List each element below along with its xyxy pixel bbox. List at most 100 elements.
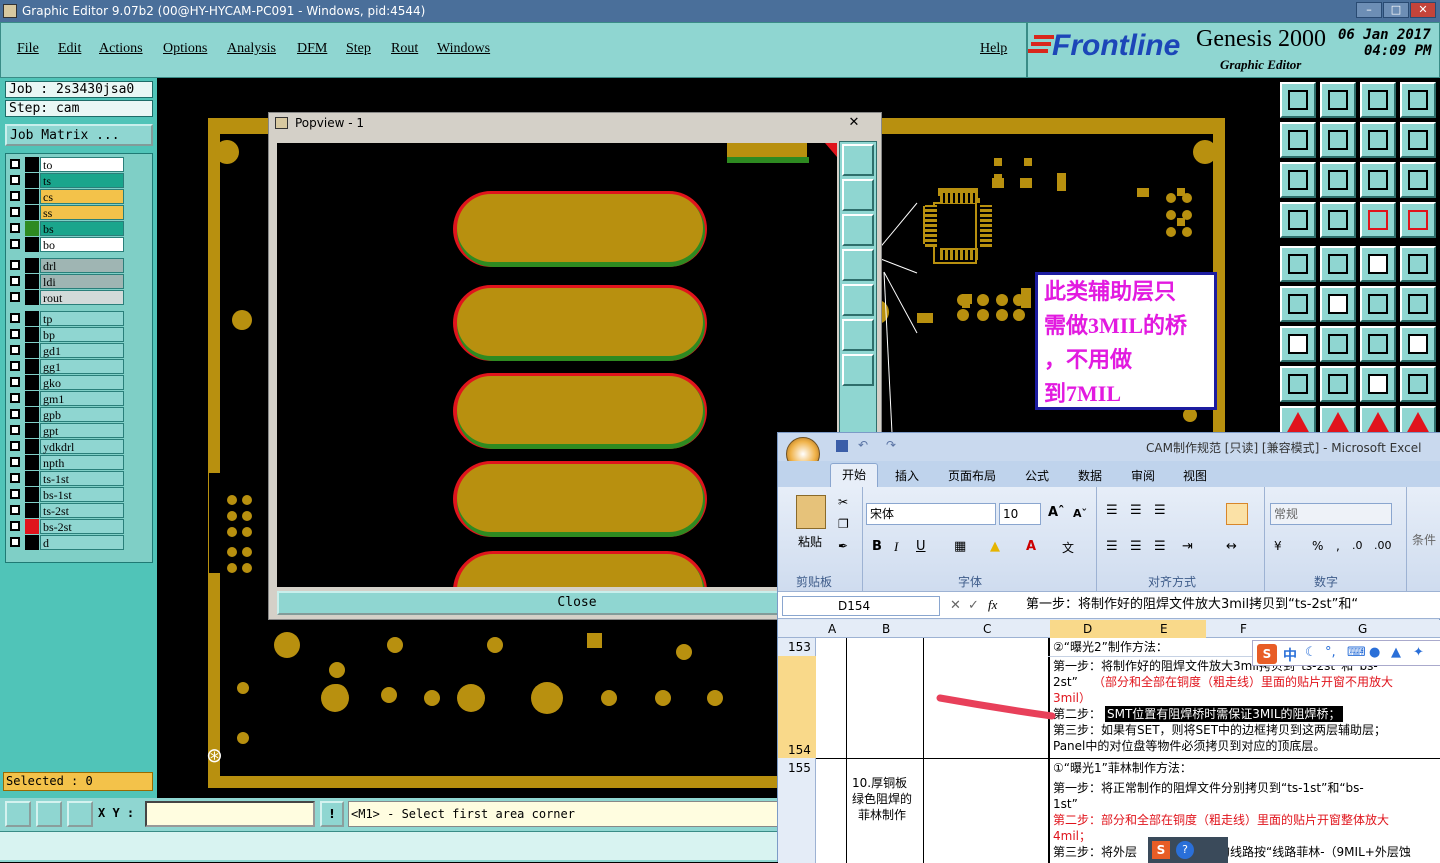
layer-name[interactable]: gd1: [40, 343, 124, 358]
measure-pad-2-icon[interactable]: [1400, 202, 1436, 238]
cell-d155-step1[interactable]: 第一步：将正常制作的阻焊文件分别拷贝到“ts-1st”和“bs-: [1053, 780, 1364, 796]
layer-color-swatch[interactable]: [25, 375, 39, 390]
layer-name[interactable]: ts-1st: [40, 471, 124, 486]
layer-checkbox[interactable]: [10, 425, 20, 435]
copy-icon[interactable]: ❐: [838, 517, 849, 531]
arc-2-icon[interactable]: [1400, 286, 1436, 322]
layer-row-to[interactable]: to: [7, 157, 124, 172]
column-header-b[interactable]: B: [882, 621, 890, 637]
layer-checkbox[interactable]: [10, 260, 20, 270]
layer-down-icon[interactable]: [1320, 82, 1356, 118]
menu-actions[interactable]: Actions: [99, 41, 143, 57]
menu-step[interactable]: Step: [346, 41, 371, 57]
layer-row-ts-1st[interactable]: ts-1st: [7, 471, 124, 486]
layer-row-bo[interactable]: bo: [7, 237, 124, 252]
paste-label[interactable]: 粘贴: [798, 533, 822, 550]
layer-color-swatch[interactable]: [25, 439, 39, 454]
cell-d155-step1b[interactable]: 1st”: [1053, 796, 1078, 812]
circle-icon[interactable]: [1400, 246, 1436, 282]
layer-name[interactable]: bp: [40, 327, 124, 342]
layer-color-swatch[interactable]: [25, 237, 39, 252]
cancel-icon[interactable]: ✕: [950, 598, 961, 613]
layer-color-swatch[interactable]: [25, 205, 39, 220]
layer-row-bs-1st[interactable]: bs-1st: [7, 487, 124, 502]
ime-mode[interactable]: 中: [1283, 645, 1297, 665]
cell-b155-line3[interactable]: 菲林制作: [858, 807, 906, 823]
column-header-g[interactable]: G: [1358, 621, 1367, 637]
cell-d154-red-note-2[interactable]: 3mil）: [1053, 690, 1091, 706]
popview-canvas[interactable]: [277, 143, 837, 587]
box-icon[interactable]: [1400, 366, 1436, 402]
tab-view[interactable]: 视图: [1183, 467, 1207, 484]
center-icon[interactable]: [842, 354, 874, 386]
cell-b155-line1[interactable]: 10.厚铜板: [852, 775, 907, 791]
layer-checkbox[interactable]: [10, 521, 20, 531]
layer-row-ydkdrl[interactable]: ydkdrl: [7, 439, 124, 454]
layer-row-npth[interactable]: npth: [7, 455, 124, 470]
move-right-icon[interactable]: [1320, 122, 1356, 158]
angle-icon[interactable]: [1280, 326, 1316, 362]
layer-row-bp[interactable]: bp: [7, 327, 124, 342]
font-color-icon[interactable]: A: [1026, 539, 1036, 554]
cell-d154-panel[interactable]: Panel中的对位盘等物件必须拷贝到对应的顶底层。: [1053, 738, 1325, 754]
increase-decimal-icon[interactable]: .0: [1352, 539, 1363, 552]
layer-checkbox[interactable]: [10, 191, 20, 201]
mirror-icon[interactable]: [1360, 122, 1396, 158]
cell-d154-step2-selected[interactable]: SMT位置有阻焊桥时需保证3MIL的阻焊桥；: [1105, 706, 1343, 722]
cell-d154-step1b[interactable]: 2st”: [1053, 674, 1078, 690]
layer-name[interactable]: gg1: [40, 359, 124, 374]
layer-row-drl[interactable]: drl: [7, 258, 124, 273]
home-icon[interactable]: [1360, 82, 1396, 118]
layer-row-ts[interactable]: ts: [7, 173, 124, 188]
menu-edit[interactable]: Edit: [58, 41, 81, 57]
alert-icon[interactable]: !: [320, 801, 344, 827]
pan-right-icon[interactable]: [842, 284, 874, 316]
connect-icon[interactable]: [1280, 286, 1316, 322]
layer-checkbox[interactable]: [10, 175, 20, 185]
layer-name[interactable]: gpt: [40, 423, 124, 438]
tab-page-layout[interactable]: 页面布局: [948, 467, 996, 484]
popview-close-icon[interactable]: ✕: [841, 113, 867, 130]
layer-row-bs-2st[interactable]: bs-2st: [7, 519, 124, 534]
layer-color-swatch[interactable]: [25, 157, 39, 172]
layer-name[interactable]: ts: [40, 173, 124, 188]
layer-checkbox[interactable]: [10, 207, 20, 217]
cut-icon[interactable]: ✂: [838, 495, 848, 509]
tab-formulas[interactable]: 公式: [1025, 467, 1049, 484]
snap-icon[interactable]: [1280, 366, 1316, 402]
layer-color-swatch[interactable]: [25, 487, 39, 502]
layer-name[interactable]: ydkdrl: [40, 439, 124, 454]
layer-color-swatch[interactable]: [25, 535, 39, 550]
layer-color-swatch[interactable]: [25, 503, 39, 518]
wrap-text-icon[interactable]: [1226, 503, 1248, 525]
number-format-box[interactable]: 常规: [1270, 503, 1392, 525]
phonetic-icon[interactable]: 文: [1062, 539, 1074, 556]
maximize-button[interactable]: □: [1383, 2, 1409, 18]
tab-home[interactable]: 开始: [830, 463, 878, 487]
cell-d155-step2[interactable]: 第二步：部分和全部在铜度（粗走线）里面的贴片开窗整体放大: [1053, 812, 1389, 828]
minus-icon[interactable]: [1320, 366, 1356, 402]
formula-input[interactable]: 第一步：将制作好的阻焊文件放大3mil拷贝到“ts-2st”和“: [1026, 596, 1438, 616]
xy-input[interactable]: [145, 801, 315, 827]
column-header-d[interactable]: D: [1083, 621, 1092, 637]
help-icon[interactable]: ?: [1176, 841, 1194, 859]
layer-checkbox[interactable]: [10, 473, 20, 483]
moon-icon[interactable]: ☾: [1305, 645, 1317, 660]
layer-row-cs[interactable]: cs: [7, 189, 124, 204]
shrink-font-icon[interactable]: Aˇ: [1073, 507, 1087, 520]
layer-checkbox[interactable]: [10, 377, 20, 387]
row-header-155[interactable]: 155: [788, 760, 811, 776]
merge-center-icon[interactable]: ↔: [1226, 539, 1237, 554]
grid-icon[interactable]: [1320, 202, 1356, 238]
wrench-icon[interactable]: ✦: [1413, 645, 1424, 660]
layer-color-swatch[interactable]: [25, 343, 39, 358]
cell-d154-step2-label[interactable]: 第二步：: [1053, 706, 1101, 722]
layer-row-gpt[interactable]: gpt: [7, 423, 124, 438]
flip-icon[interactable]: [1400, 122, 1436, 158]
layer-name[interactable]: tp: [40, 311, 124, 326]
menu-file[interactable]: File: [17, 41, 39, 57]
cell-b155-line2[interactable]: 绿色阻焊的: [852, 791, 912, 807]
layer-color-swatch[interactable]: [25, 274, 39, 289]
layer-checkbox[interactable]: [10, 537, 20, 547]
layer-row-gpb[interactable]: gpb: [7, 407, 124, 422]
